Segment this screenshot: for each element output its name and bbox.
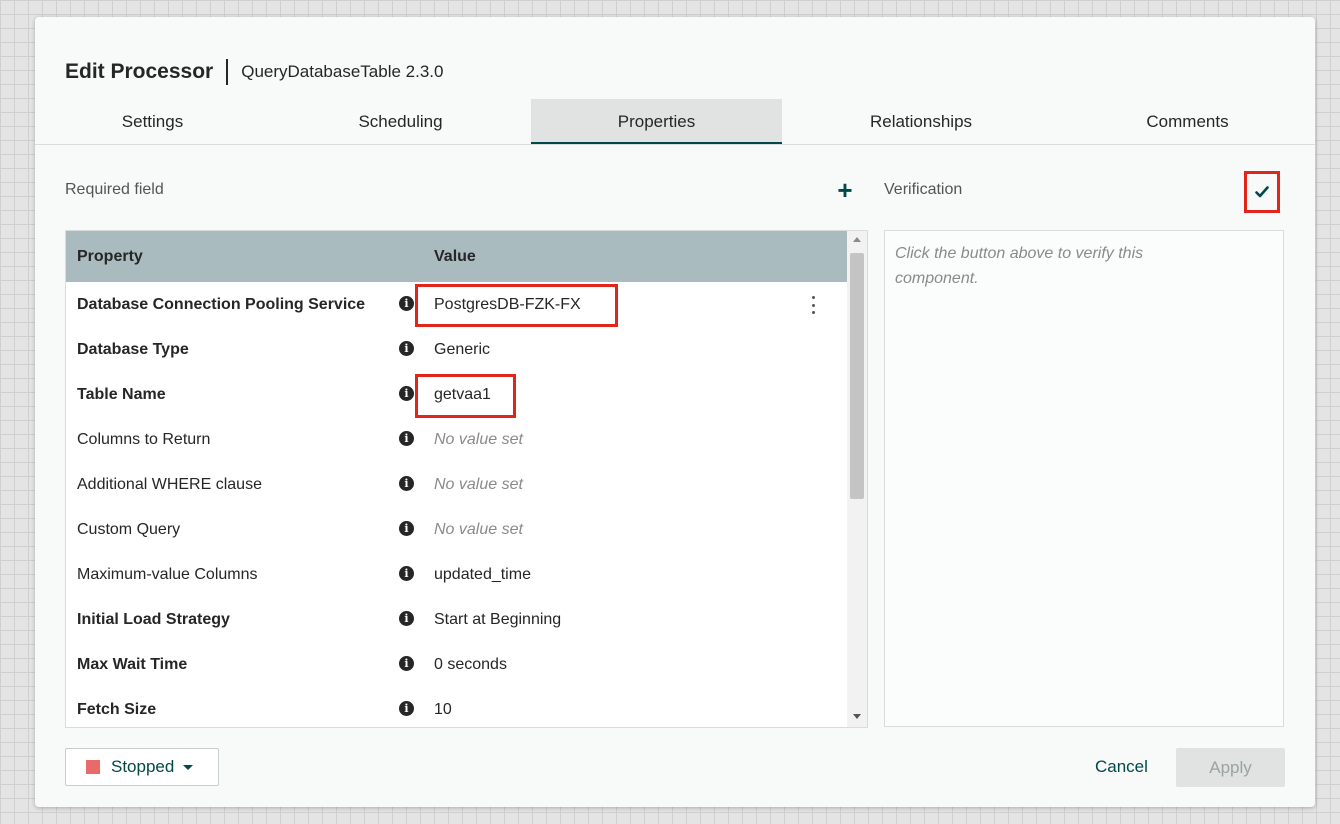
info-icon[interactable]: i [399, 521, 414, 536]
info-icon[interactable]: i [399, 656, 414, 671]
property-name: Database Connection Pooling Service [77, 296, 366, 313]
processor-type: QueryDatabaseTable 2.3.0 [241, 62, 444, 81]
property-name: Table Name [77, 386, 166, 403]
property-name: Initial Load Strategy [77, 611, 230, 628]
plus-icon: + [837, 175, 853, 205]
highlight-box [415, 374, 516, 418]
dialog-title: Edit Processor [65, 60, 214, 83]
verification-label: Verification [884, 181, 963, 198]
tab-properties[interactable]: Properties [531, 99, 782, 144]
info-icon[interactable]: i [399, 476, 414, 491]
tab-relationships[interactable]: Relationships [782, 99, 1060, 144]
column-header-value: Value [434, 248, 476, 265]
cancel-button[interactable]: Cancel [1095, 757, 1148, 777]
properties-table: Property Value Database Connection Pooli… [65, 230, 868, 728]
scrollbar-thumb[interactable] [850, 253, 864, 499]
property-value[interactable]: No value set [434, 462, 523, 507]
property-name: Custom Query [77, 521, 181, 538]
dialog-header: Edit Processor QueryDatabaseTable 2.3.0 [65, 57, 443, 87]
verify-button[interactable] [1244, 171, 1280, 213]
properties-scrollbar[interactable] [847, 231, 867, 727]
property-name: Max Wait Time [77, 656, 188, 673]
checkmark-icon [1255, 186, 1269, 198]
highlight-box [415, 284, 618, 327]
info-icon[interactable]: i [399, 566, 414, 581]
table-row[interactable]: Database Type i Generic [66, 327, 847, 373]
table-row[interactable]: Initial Load Strategy i Start at Beginni… [66, 597, 847, 643]
info-icon[interactable]: i [399, 431, 414, 446]
info-icon[interactable]: i [399, 386, 414, 401]
run-state-label: Stopped [111, 757, 175, 776]
property-name: Maximum-value Columns [77, 566, 258, 583]
tab-bar: Settings Scheduling Properties Relations… [35, 99, 1315, 145]
property-value[interactable]: Start at Beginning [434, 597, 561, 642]
verification-panel: Click the button above to verify this co… [884, 230, 1284, 727]
table-row[interactable]: Fetch Size i 10 [66, 687, 847, 727]
edit-processor-dialog: Edit Processor QueryDatabaseTable 2.3.0 … [35, 17, 1315, 807]
run-state-dropdown[interactable]: Stopped [65, 748, 219, 786]
tab-scheduling[interactable]: Scheduling [270, 99, 531, 144]
property-value[interactable]: updated_time [434, 552, 531, 597]
stopped-icon [86, 760, 100, 774]
table-row[interactable]: Maximum-value Columns i updated_time [66, 552, 847, 598]
tab-comments[interactable]: Comments [1060, 99, 1315, 144]
table-row[interactable]: Additional WHERE clause i No value set [66, 462, 847, 508]
property-value[interactable]: No value set [434, 507, 523, 552]
required-field-label: Required field [65, 181, 164, 198]
property-value[interactable]: 0 seconds [434, 642, 507, 687]
table-row[interactable]: Columns to Return i No value set [66, 417, 847, 463]
property-name: Additional WHERE clause [77, 476, 262, 493]
table-row[interactable]: Custom Query i No value set [66, 507, 847, 553]
caret-down-icon [183, 764, 194, 770]
property-value[interactable]: No value set [434, 417, 523, 462]
info-icon[interactable]: i [399, 701, 414, 716]
table-header: Property Value [66, 231, 847, 282]
property-value[interactable]: 10 [434, 687, 452, 727]
info-icon[interactable]: i [399, 611, 414, 626]
tab-settings[interactable]: Settings [35, 99, 270, 144]
column-header-property: Property [77, 248, 143, 265]
info-icon[interactable]: i [399, 296, 414, 311]
table-row[interactable]: Max Wait Time i 0 seconds [66, 642, 847, 688]
property-name: Fetch Size [77, 701, 157, 718]
info-icon[interactable]: i [399, 341, 414, 356]
property-value[interactable]: Generic [434, 327, 490, 372]
add-property-button[interactable]: + [835, 177, 855, 203]
title-divider [226, 59, 229, 85]
scroll-down-icon[interactable] [853, 714, 861, 719]
apply-button[interactable]: Apply [1176, 748, 1285, 787]
property-name: Columns to Return [77, 431, 211, 448]
verification-hint: Click the button above to verify this co… [895, 245, 1144, 287]
more-options-icon[interactable] [810, 296, 816, 314]
scroll-up-icon[interactable] [853, 237, 861, 242]
property-name: Database Type [77, 341, 189, 358]
